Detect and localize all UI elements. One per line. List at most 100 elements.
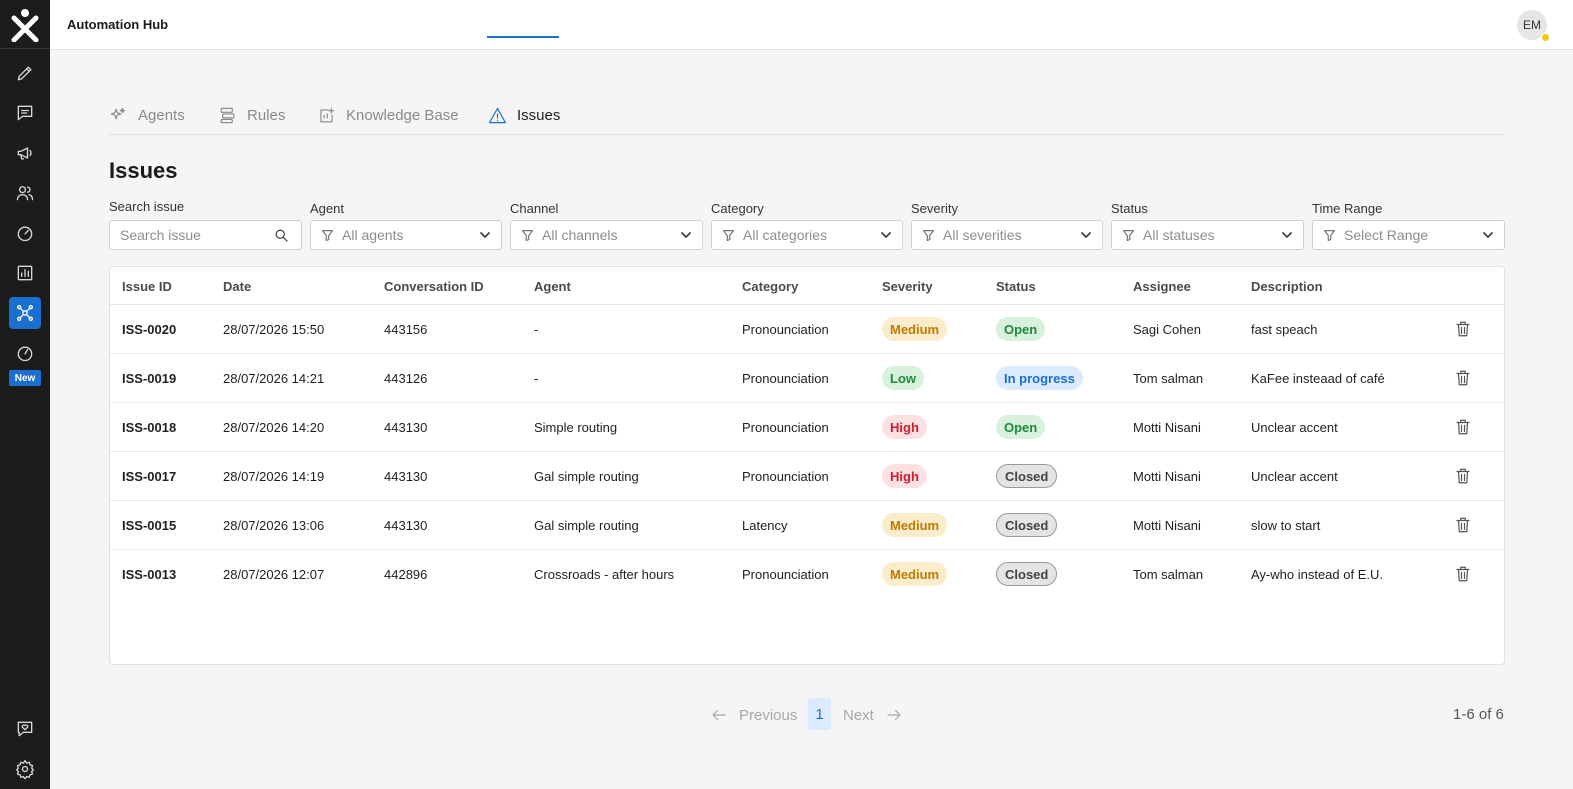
assignee: Motti Nisani (1133, 469, 1201, 484)
sidebar-item-analytics-new[interactable] (9, 337, 41, 369)
column-header-category[interactable]: Category (742, 279, 798, 294)
filter-icon (1123, 229, 1134, 241)
column-header-agent[interactable]: Agent (534, 279, 571, 294)
chat-icon (17, 105, 33, 121)
table-row[interactable]: ISS-0017 28/07/2026 14:19 443130 Gal sim… (110, 452, 1504, 501)
sidebar-item-dashboard[interactable] (9, 217, 41, 249)
issue-id: ISS-0020 (122, 322, 177, 337)
sidebar-divider (0, 48, 50, 49)
speedometer-icon (17, 226, 33, 242)
trash-icon[interactable] (1454, 320, 1472, 338)
conversation-id[interactable]: 443130 (384, 420, 427, 435)
arrow-right-icon (887, 709, 901, 721)
sidebar-item-settings[interactable] (9, 753, 41, 785)
table-row[interactable]: ISS-0015 28/07/2026 13:06 443130 Gal sim… (110, 501, 1504, 550)
status-badge[interactable]: Open (996, 317, 1046, 341)
column-header-status[interactable]: Status (996, 279, 1036, 294)
sidebar-item-users[interactable] (9, 177, 41, 209)
severity-badge: Low (882, 366, 924, 390)
sparkle-icon (110, 107, 126, 120)
agent-name: - (534, 322, 539, 337)
tab-knowledge-base[interactable]: Knowledge Base (317, 96, 459, 135)
column-header-conversation-id[interactable]: Conversation ID (384, 279, 484, 294)
conversation-id[interactable]: 443156 (384, 322, 427, 337)
filter-icon (723, 229, 734, 241)
conversation-id[interactable]: 443130 (384, 469, 427, 484)
status-badge[interactable]: Closed (996, 464, 1058, 488)
issue-date: 28/07/2026 13:06 (223, 518, 325, 533)
automation-hub-icon (17, 305, 34, 322)
category-filter-label: Category (711, 201, 764, 216)
table-row[interactable]: ISS-0019 28/07/2026 14:21 443126 - Prono… (110, 354, 1504, 403)
channel-filter-label: Channel (510, 201, 559, 216)
tab-issues[interactable]: Issues (488, 96, 560, 135)
trash-icon[interactable] (1454, 369, 1472, 387)
category: Pronounciation (742, 371, 829, 386)
status-filter-dropdown[interactable]: All statuses (1111, 220, 1304, 250)
trash-icon[interactable] (1454, 516, 1472, 534)
brand-logo-icon[interactable] (10, 8, 40, 42)
status-badge[interactable]: Closed (996, 513, 1058, 537)
app-title: Automation Hub (67, 17, 169, 32)
column-header-severity[interactable]: Severity (882, 279, 933, 294)
status-filter-value: All statuses (1143, 227, 1215, 243)
trash-icon[interactable] (1454, 467, 1472, 485)
agent-name: Gal simple routing (534, 518, 639, 533)
conversation-id[interactable]: 443126 (384, 371, 427, 386)
column-header-date[interactable]: Date (223, 279, 251, 294)
user-avatar[interactable]: EM (1517, 10, 1550, 42)
table-row[interactable]: ISS-0020 28/07/2026 15:50 443156 - Prono… (110, 305, 1504, 354)
sidebar-item-campaigns[interactable] (9, 137, 41, 169)
sidebar-item-reports[interactable] (9, 257, 41, 289)
issue-date: 28/07/2026 14:20 (223, 420, 325, 435)
rules-icon (220, 107, 235, 124)
severity-badge: Medium (882, 317, 948, 341)
next-page-button[interactable]: Next (843, 700, 903, 730)
search-icon[interactable] (274, 228, 289, 243)
agent-filter-dropdown[interactable]: All agents (310, 220, 502, 250)
description: Unclear accent (1251, 469, 1338, 484)
category: Pronounciation (742, 567, 829, 582)
tab-agents[interactable]: Agents (109, 96, 185, 135)
section-tabs: Agents Rules Knowledge Base Issues (109, 96, 1505, 135)
issue-id: ISS-0018 (122, 420, 177, 435)
sidebar-item-edit[interactable] (9, 57, 41, 89)
issue-id: ISS-0019 (122, 371, 177, 386)
severity-badge: Medium (882, 513, 948, 537)
description: slow to start (1251, 518, 1321, 533)
sidebar-item-conversations[interactable] (9, 97, 41, 129)
page-number-button[interactable]: 1 (808, 698, 831, 730)
column-header-issue-id[interactable]: Issue ID (122, 279, 172, 294)
chevron-down-icon (881, 232, 891, 238)
column-header-description[interactable]: Description (1251, 279, 1323, 294)
status-badge[interactable]: In progress (996, 366, 1083, 390)
conversation-id[interactable]: 442896 (384, 567, 427, 582)
filter-icon (322, 229, 333, 241)
channel-filter-dropdown[interactable]: All channels (510, 220, 703, 250)
category: Latency (742, 518, 788, 533)
time-range-filter-dropdown[interactable]: Select Range (1312, 220, 1505, 250)
sidebar-item-automation-hub[interactable] (9, 297, 41, 329)
sidebar-item-feedback[interactable] (9, 713, 41, 745)
trash-icon[interactable] (1454, 565, 1472, 583)
severity-filter-dropdown[interactable]: All severities (911, 220, 1103, 250)
category-filter-dropdown[interactable]: All categories (711, 220, 903, 250)
tab-rules[interactable]: Rules (218, 96, 285, 135)
tab-label: Rules (247, 107, 286, 124)
conversation-id[interactable]: 443130 (384, 518, 427, 533)
severity-filter-label: Severity (911, 201, 958, 216)
agent-name: Gal simple routing (534, 469, 639, 484)
chevron-down-icon (1483, 232, 1493, 238)
agent-name: Crossroads - after hours (534, 567, 675, 582)
agent-name: Simple routing (534, 420, 618, 435)
status-badge[interactable]: Closed (996, 562, 1058, 586)
category: Pronounciation (742, 322, 829, 337)
trash-icon[interactable] (1454, 418, 1472, 436)
filter-icon (923, 229, 934, 241)
gauge-icon (17, 346, 33, 362)
table-row[interactable]: ISS-0013 28/07/2026 12:07 442896 Crossro… (110, 550, 1504, 599)
status-badge[interactable]: Open (996, 415, 1046, 439)
table-row[interactable]: ISS-0018 28/07/2026 14:20 443130 Simple … (110, 403, 1504, 452)
column-header-assignee[interactable]: Assignee (1133, 279, 1191, 294)
previous-page-button[interactable]: Previous (710, 700, 797, 730)
